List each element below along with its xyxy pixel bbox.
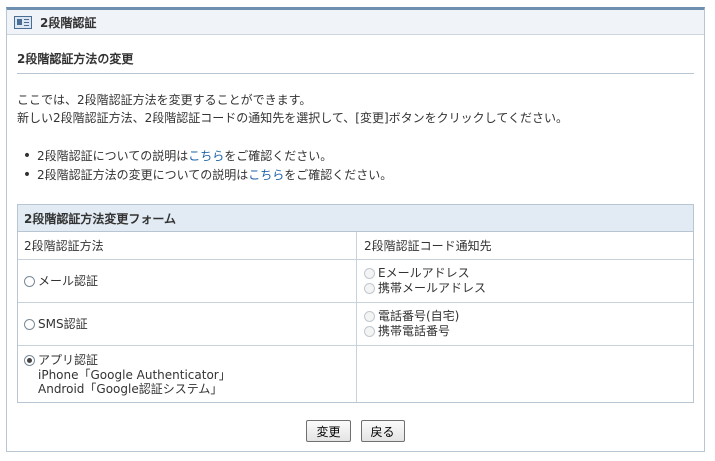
email-address-option: Eメールアドレス bbox=[364, 266, 693, 281]
back-button[interactable]: 戻る bbox=[360, 420, 405, 442]
option-label: Eメールアドレス bbox=[378, 266, 470, 280]
radio-button[interactable] bbox=[24, 354, 35, 366]
bullet-text: をご確認ください。 bbox=[224, 149, 333, 163]
help-bullets: • 2段階認証についての説明は こちら をご確認ください。 • 2段階認証方法の変… bbox=[17, 147, 392, 185]
radio-button[interactable] bbox=[24, 275, 35, 287]
method-cell: アプリ認証 iPhone「Google Authenticator」 Andro… bbox=[18, 346, 357, 402]
change-button[interactable]: 変更 bbox=[306, 420, 351, 442]
description: ここでは、2段階認証方法を変更することができます。 新しい2段階認証方法、2段階… bbox=[17, 91, 568, 127]
option-label: SMS認証 bbox=[38, 316, 88, 331]
bullet-text: 2段階認証についての説明は bbox=[37, 149, 189, 163]
column-header-notify: 2段階認証コード通知先 bbox=[364, 239, 492, 253]
form-caption: 2段階認証方法変更フォーム bbox=[18, 205, 693, 232]
panel-header: 2段階認証 bbox=[7, 10, 704, 35]
app-hint: iPhone「Google Authenticator」 bbox=[38, 367, 231, 382]
notify-cell: 電話番号(自宅) 携帯電話番号 bbox=[357, 303, 693, 345]
option-label: 携帯メールアドレス bbox=[378, 281, 487, 295]
description-line: 新しい2段階認証方法、2段階認証コードの通知先を選択して、[変更]ボタンをクリッ… bbox=[17, 111, 568, 125]
table-row: SMS認証 電話番号(自宅) 携帯電話番号 bbox=[18, 303, 693, 346]
notify-cell bbox=[357, 346, 693, 402]
bullet-icon: • bbox=[22, 148, 32, 164]
list-item: • 2段階認証についての説明は こちら をご確認ください。 bbox=[17, 147, 392, 166]
change-help-link[interactable]: こちら bbox=[248, 166, 284, 185]
panel-title: 2段階認証 bbox=[40, 15, 97, 30]
section-title: 2段階認証方法の変更 bbox=[17, 52, 134, 66]
change-method-form: 2段階認証方法変更フォーム 2段階認証方法 2段階認証コード通知先 メール認証 … bbox=[17, 204, 694, 403]
bullet-text: 2段階認証方法の変更についての説明は bbox=[37, 168, 249, 182]
mobile-phone-option: 携帯電話番号 bbox=[364, 324, 693, 339]
table-row: メール認証 Eメールアドレス 携帯メールアドレス bbox=[18, 260, 693, 303]
radio-button bbox=[364, 326, 375, 337]
option-label: 電話番号(自宅) bbox=[378, 309, 460, 323]
radio-button[interactable] bbox=[24, 318, 35, 330]
mobile-email-option: 携帯メールアドレス bbox=[364, 281, 693, 296]
app-hint: Android「Google認証システム」 bbox=[38, 381, 223, 396]
method-cell: SMS認証 bbox=[18, 303, 357, 345]
option-label: アプリ認証 bbox=[38, 352, 99, 367]
radio-button bbox=[364, 311, 375, 322]
email-auth-option[interactable]: メール認証 bbox=[24, 274, 356, 289]
table-header-row: 2段階認証方法 2段階認証コード通知先 bbox=[18, 232, 693, 260]
description-line: ここでは、2段階認証方法を変更することができます。 bbox=[17, 93, 312, 107]
bullet-text: をご確認ください。 bbox=[284, 168, 393, 182]
bullet-icon: • bbox=[22, 167, 32, 183]
option-label: 携帯電話番号 bbox=[378, 324, 451, 338]
method-cell: メール認証 bbox=[18, 260, 357, 302]
id-card-icon bbox=[14, 15, 32, 29]
help-link[interactable]: こちら bbox=[188, 147, 224, 166]
section-divider bbox=[17, 73, 694, 74]
radio-button bbox=[364, 268, 375, 279]
option-label: メール認証 bbox=[38, 273, 99, 288]
home-phone-option: 電話番号(自宅) bbox=[364, 309, 693, 324]
table-row: アプリ認証 iPhone「Google Authenticator」 Andro… bbox=[18, 346, 693, 402]
radio-button bbox=[364, 283, 375, 294]
notify-cell: Eメールアドレス 携帯メールアドレス bbox=[357, 260, 693, 302]
button-bar: 変更 戻る bbox=[7, 420, 704, 442]
list-item: • 2段階認証方法の変更についての説明は こちら をご確認ください。 bbox=[17, 166, 392, 185]
two-factor-panel: 2段階認証 2段階認証方法の変更 ここでは、2段階認証方法を変更することができま… bbox=[6, 7, 705, 452]
app-auth-option[interactable]: アプリ認証 bbox=[24, 353, 356, 368]
column-header-method: 2段階認証方法 bbox=[18, 232, 357, 259]
sms-auth-option[interactable]: SMS認証 bbox=[24, 317, 356, 332]
